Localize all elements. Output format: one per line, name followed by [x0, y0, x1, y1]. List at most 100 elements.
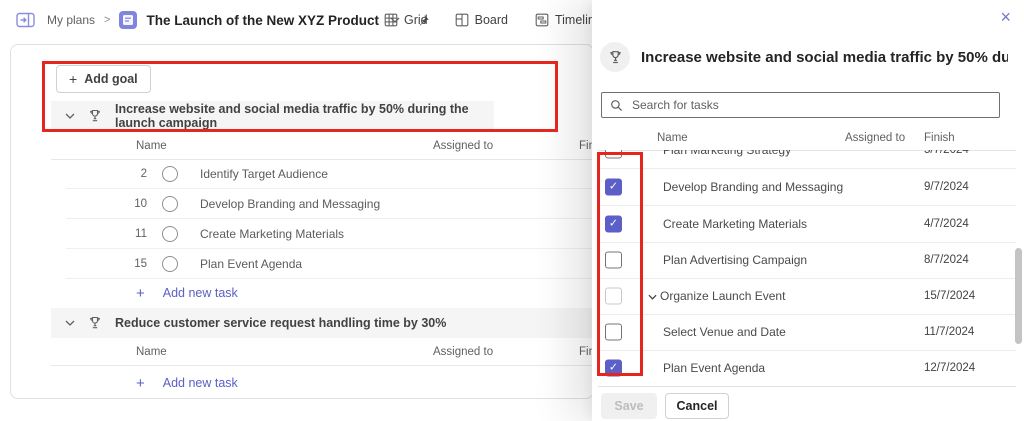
task-name: Create Marketing Materials — [663, 216, 808, 231]
column-assigned-to: Assigned to — [433, 140, 494, 152]
collapse-panel-icon[interactable] — [16, 12, 36, 28]
chevron-down-icon[interactable] — [65, 113, 75, 119]
view-tabs: Grid Board Timeline — [384, 0, 602, 40]
task-checkbox[interactable]: ✓ — [605, 251, 622, 269]
task-table-header: Name Assigned to Finish — [51, 342, 593, 366]
column-name: Name — [136, 140, 167, 152]
row-number: 11 — [135, 228, 147, 240]
finish-date: 5/7/2024 — [924, 150, 969, 156]
search-box — [601, 92, 1000, 118]
board-icon — [455, 13, 469, 27]
column-finish: Finish — [924, 132, 955, 144]
grid-icon — [384, 13, 398, 27]
chevron-down-icon[interactable] — [648, 294, 657, 300]
breadcrumb-separator: > — [104, 14, 111, 26]
row-number: 15 — [134, 258, 147, 270]
table-row[interactable]: ✓ Develop Branding and Messaging 9/7/202… — [598, 168, 1016, 206]
task-progress-circle[interactable] — [162, 256, 178, 272]
search-icon — [610, 99, 623, 112]
plus-icon: + — [136, 284, 145, 302]
task-name: Organize Launch Event — [648, 289, 785, 303]
finish-date: 9/7/2024 — [924, 180, 969, 193]
add-goal-button[interactable]: + Add goal — [56, 65, 151, 93]
task-checkbox[interactable]: ✓ — [605, 323, 622, 341]
task-name: Plan Event Agenda — [663, 361, 766, 375]
task-checkbox[interactable]: ✓ — [605, 215, 622, 232]
dialog-table-header: Name Assigned to Finish — [598, 126, 1016, 151]
breadcrumb: My plans > The Launch of the New XYZ Pro… — [16, 11, 430, 29]
column-name: Name — [136, 346, 167, 358]
table-row[interactable]: ✓ Plan Marketing Strategy 5/7/2024 — [598, 150, 1016, 169]
breadcrumb-my-plans[interactable]: My plans — [47, 13, 95, 27]
chevron-down-icon[interactable] — [65, 320, 75, 326]
close-icon[interactable]: × — [1000, 8, 1011, 26]
finish-date: 11/7/2024 — [924, 326, 975, 338]
checkmark-icon: ✓ — [608, 180, 619, 192]
table-row[interactable]: ✓ Plan Event Agenda 12/7/2024 — [598, 350, 1016, 387]
scrollbar-thumb[interactable] — [1015, 248, 1022, 344]
plus-icon: + — [136, 374, 145, 392]
task-name[interactable]: Develop Branding and Messaging — [200, 197, 380, 211]
checkmark-icon: ✓ — [608, 361, 619, 374]
plan-app-icon — [119, 11, 138, 29]
tab-grid[interactable]: Grid — [384, 13, 428, 27]
search-input[interactable] — [630, 95, 999, 115]
plan-title: The Launch of the New XYZ Product — [146, 12, 379, 28]
task-checkbox[interactable]: ✓ — [605, 178, 622, 195]
app-window: My plans > The Launch of the New XYZ Pro… — [0, 0, 1024, 421]
task-progress-circle[interactable] — [162, 166, 178, 182]
plus-icon: + — [69, 71, 78, 87]
table-row[interactable]: 2 Identify Target Audience — [51, 159, 593, 189]
timeline-icon — [535, 13, 549, 27]
row-number: 10 — [134, 198, 147, 210]
task-checkbox[interactable]: ✓ — [605, 287, 622, 305]
top-bar: My plans > The Launch of the New XYZ Pro… — [0, 0, 602, 40]
trophy-icon — [87, 315, 103, 331]
task-name[interactable]: Create Marketing Materials — [200, 227, 344, 241]
table-row[interactable]: ✓ Select Venue and Date 11/7/2024 — [598, 314, 1016, 351]
finish-date: 15/7/2024 — [924, 290, 976, 302]
add-new-task-button[interactable]: + Add new task — [51, 369, 238, 397]
task-progress-circle[interactable] — [162, 196, 178, 212]
column-assigned-to: Assigned to — [433, 346, 494, 358]
add-new-task-label: Add new task — [162, 376, 238, 390]
tab-grid-label: Grid — [404, 13, 428, 27]
dialog-title: Increase website and social media traffi… — [641, 48, 1008, 66]
task-checkbox[interactable]: ✓ — [605, 359, 622, 377]
add-new-task-button[interactable]: + Add new task — [51, 279, 238, 307]
task-table-header: Name Assigned to Finish — [51, 136, 593, 160]
column-assigned-to: Assigned to — [845, 132, 906, 144]
tab-board-label: Board — [474, 13, 508, 27]
table-row[interactable]: ✓ Plan Advertising Campaign 8/7/2024 — [598, 242, 1016, 279]
row-number: 2 — [140, 168, 147, 180]
add-new-task-label: Add new task — [162, 286, 238, 300]
goal-row-1[interactable]: Increase website and social media traffi… — [51, 101, 494, 131]
task-name: Select Venue and Date — [663, 325, 786, 339]
column-name: Name — [657, 132, 688, 144]
table-row[interactable]: ✓ Create Marketing Materials 4/7/2024 — [598, 205, 1016, 243]
goals-grid-card: + Add goal Increase website and social m… — [10, 44, 594, 399]
table-row[interactable]: 11 Create Marketing Materials — [51, 219, 593, 249]
goal-row-2[interactable]: Reduce customer service request handling… — [51, 308, 593, 338]
trophy-icon — [600, 42, 630, 72]
task-progress-circle[interactable] — [162, 226, 178, 242]
task-name[interactable]: Identify Target Audience — [200, 167, 328, 181]
goal-title: Increase website and social media traffi… — [115, 102, 469, 130]
checkmark-icon: ✓ — [608, 217, 619, 229]
table-row[interactable]: ✓ Organize Launch Event 15/7/2024 — [598, 278, 1016, 315]
task-checkbox[interactable]: ✓ — [605, 150, 622, 158]
table-row[interactable]: 10 Develop Branding and Messaging — [51, 189, 593, 219]
tab-board[interactable]: Board — [455, 13, 508, 27]
save-button[interactable]: Save — [601, 393, 657, 419]
task-name[interactable]: Plan Event Agenda — [200, 257, 302, 271]
finish-date: 12/7/2024 — [924, 362, 976, 374]
add-goal-label: Add goal — [84, 72, 138, 86]
goal-tasks-dialog: × Increase website and social media traf… — [592, 0, 1024, 421]
task-name: Plan Advertising Campaign — [663, 253, 808, 267]
task-name: Develop Branding and Messaging — [663, 179, 844, 194]
goal-title: Reduce customer service request handling… — [115, 316, 447, 330]
finish-date: 8/7/2024 — [924, 254, 969, 266]
table-row[interactable]: 15 Plan Event Agenda — [51, 249, 593, 279]
cancel-button[interactable]: Cancel — [665, 393, 729, 419]
finish-date: 4/7/2024 — [924, 217, 969, 230]
